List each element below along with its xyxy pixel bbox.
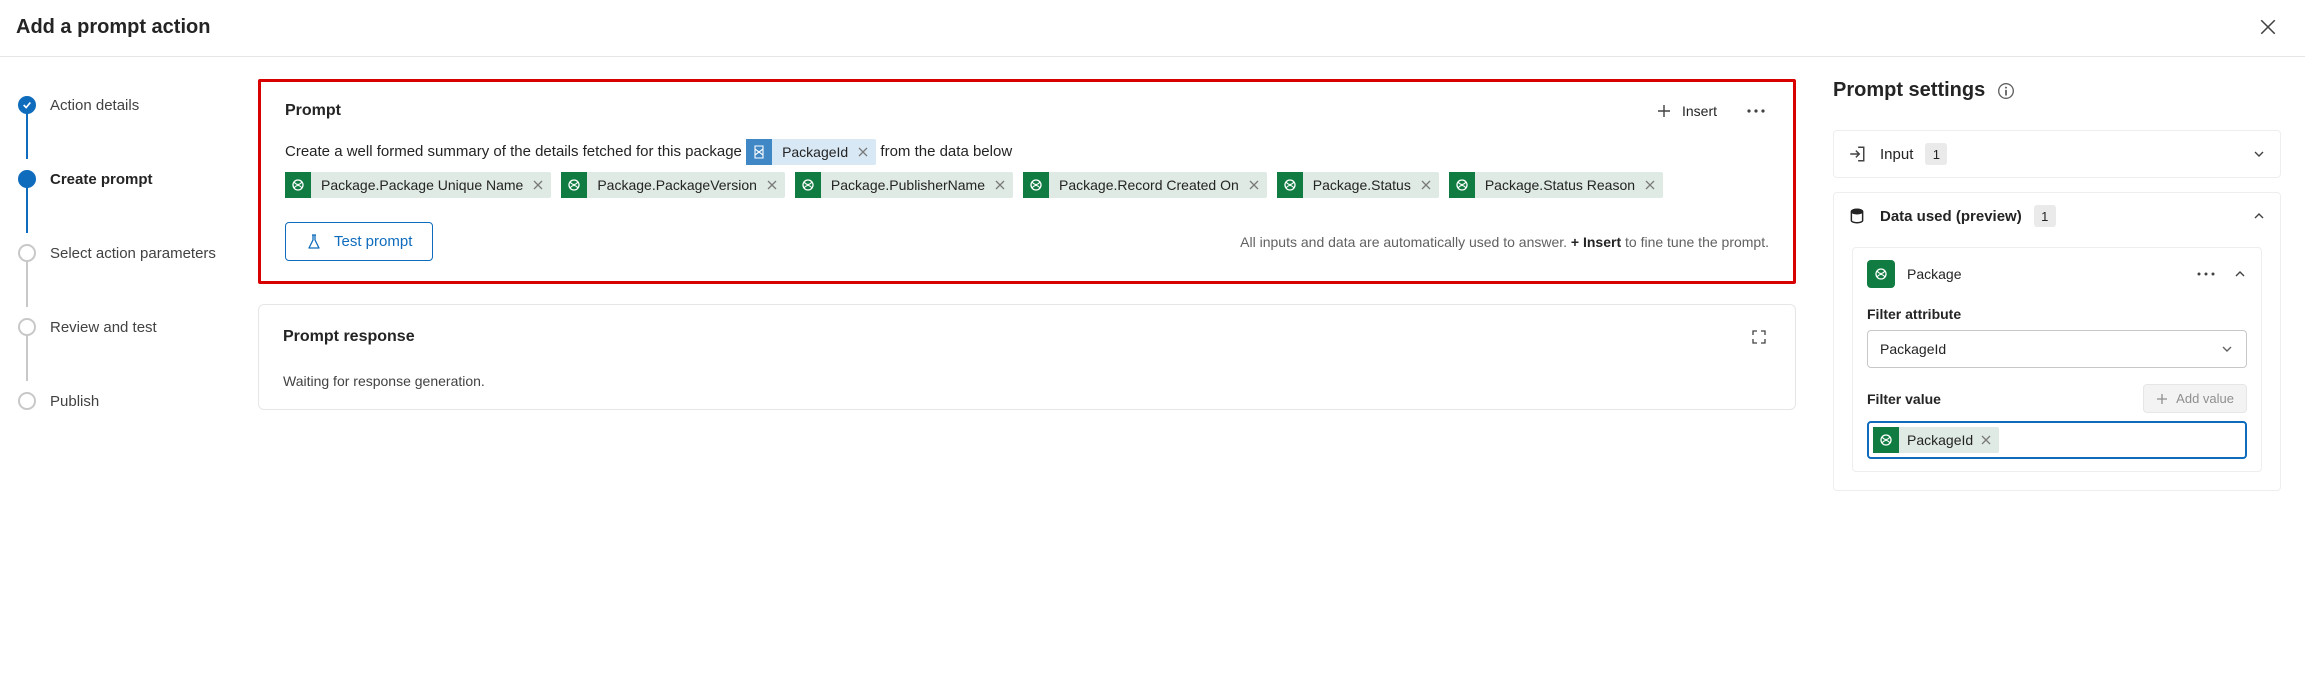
prompt-chip[interactable]: Package.Status [1277,172,1439,198]
dataverse-icon [746,139,772,165]
prompt-chip[interactable]: Package.PublisherName [795,172,1013,198]
ellipsis-icon [2197,272,2215,276]
chip-remove-icon[interactable] [858,147,868,157]
filter-attribute-select[interactable]: PackageId [1867,330,2247,368]
chevron-down-icon [2252,147,2266,161]
step-action-details[interactable]: Action details [18,85,258,125]
info-icon[interactable] [1997,82,2015,100]
chip-label: Package.PublisherName [831,171,985,199]
plus-icon [1656,103,1672,119]
chip-remove-icon[interactable] [1645,180,1655,190]
ellipsis-icon [1747,109,1765,113]
filter-attribute-label: Filter attribute [1867,306,2247,322]
filter-value-chip[interactable]: PackageId [1873,427,1999,453]
step-done-icon [18,96,36,114]
response-title: Prompt response [283,328,415,346]
data-count-badge: 1 [2034,205,2056,227]
prompt-hint: All inputs and data are automatically us… [1240,234,1769,250]
input-icon [1848,145,1866,163]
chip-remove-icon[interactable] [1249,180,1259,190]
settings-panel: Prompt settings Input 1 Data used (prev [1810,57,2305,685]
input-accordion[interactable]: Input 1 [1833,130,2281,178]
prompt-response-card: Prompt response Waiting for response gen… [258,304,1796,410]
insert-button[interactable]: Insert [1656,103,1717,119]
database-icon [1848,207,1866,225]
settings-title: Prompt settings [1833,79,1985,102]
prompt-card: Prompt Insert Create a well formed summa… [258,79,1796,284]
input-count-badge: 1 [1925,143,1947,165]
filter-value-input[interactable]: PackageId [1867,421,2247,459]
chip-remove-icon[interactable] [767,180,777,190]
chip-label: Package.Record Created On [1059,171,1239,199]
prompt-chip[interactable]: Package.PackageVersion [561,172,785,198]
close-button[interactable] [2255,14,2281,40]
chip-label: Package.Package Unique Name [321,171,523,199]
chip-remove-icon[interactable] [1421,180,1431,190]
chip-remove-icon[interactable] [1981,435,1991,445]
prompt-text-area[interactable]: Create a well formed summary of the deta… [285,138,1769,198]
prompt-chip[interactable]: Package.Record Created On [1023,172,1267,198]
prompt-chip[interactable]: Package.Package Unique Name [285,172,551,198]
step-select-action-parameters[interactable]: Select action parameters [18,233,258,273]
chip-label: Package.Status [1313,171,1411,199]
add-value-button: Add value [2143,384,2247,413]
dataverse-icon [1277,172,1303,198]
chip-label: Package.Status Reason [1485,171,1635,199]
chip-label: Package.PackageVersion [597,171,757,199]
chevron-up-icon [2252,209,2266,223]
dataverse-icon [1873,427,1899,453]
package-data-card: Package Filter attribute PackageId [1852,247,2262,472]
inline-chip-packageid[interactable]: PackageId [746,139,876,165]
package-label: Package [1907,266,1961,282]
step-publish[interactable]: Publish [18,381,258,421]
step-pending-icon [18,392,36,410]
plus-icon [2156,393,2168,405]
dialog-title: Add a prompt action [16,16,210,39]
test-prompt-button[interactable]: Test prompt [285,222,433,261]
dataverse-icon [1449,172,1475,198]
prompt-more-button[interactable] [1743,105,1769,117]
prompt-title: Prompt [285,102,341,120]
dataverse-icon [561,172,587,198]
chevron-down-icon [2220,342,2234,356]
data-used-accordion[interactable]: Data used (preview) 1 Package [1833,192,2281,491]
package-more-button[interactable] [2197,272,2215,276]
chip-remove-icon[interactable] [533,180,543,190]
chip-remove-icon[interactable] [995,180,1005,190]
step-review-and-test[interactable]: Review and test [18,307,258,347]
wizard-nav: Action details Create prompt Select acti… [0,57,258,685]
close-icon [2259,18,2277,36]
step-active-icon [18,170,36,188]
dataverse-icon [1023,172,1049,198]
dataverse-icon [285,172,311,198]
step-create-prompt[interactable]: Create prompt [18,159,258,199]
dataverse-icon [1867,260,1895,288]
dataverse-icon [795,172,821,198]
response-waiting-text: Waiting for response generation. [283,373,1771,389]
beaker-icon [306,234,322,250]
chevron-up-icon[interactable] [2233,267,2247,281]
expand-icon [1751,329,1767,345]
filter-value-label: Filter value [1867,391,1941,407]
expand-button[interactable] [1747,325,1771,349]
prompt-chip[interactable]: Package.Status Reason [1449,172,1663,198]
step-pending-icon [18,244,36,262]
step-pending-icon [18,318,36,336]
